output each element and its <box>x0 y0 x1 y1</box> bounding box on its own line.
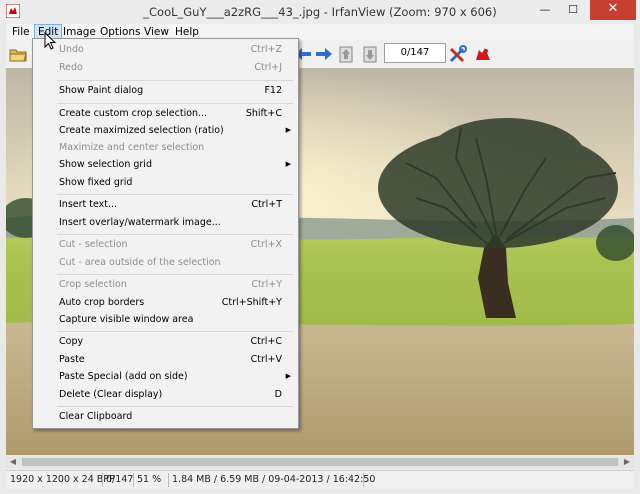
mouse-pointer-icon <box>44 32 57 50</box>
status-index: 0/147 <box>106 474 134 485</box>
maximize-icon: ☐ <box>568 3 578 16</box>
menu-create-custom-crop[interactable]: Create custom crop selection... Shift+C <box>33 105 298 122</box>
edit-menu-dropdown: Undo Ctrl+Z Redo Ctrl+J Show Paint dialo… <box>32 38 299 429</box>
menu-capture-visible-window[interactable]: Capture visible window area <box>33 311 298 328</box>
menu-copy-label: Copy <box>59 336 84 347</box>
open-folder-icon[interactable] <box>8 44 28 64</box>
page-up-icon[interactable] <box>337 44 357 64</box>
menu-cut-selection-shortcut: Ctrl+X <box>250 239 282 250</box>
menu-undo[interactable]: Undo Ctrl+Z <box>33 41 298 58</box>
menu-capture-visible-window-label: Capture visible window area <box>59 314 194 325</box>
menu-show-paint-dialog[interactable]: Show Paint dialog F12 <box>33 82 298 99</box>
minimize-icon: — <box>539 3 551 16</box>
menu-delete-clear-display-shortcut: D <box>274 389 282 400</box>
menu-cut-outside-selection-label: Cut - area outside of the selection <box>59 257 221 268</box>
tools-icon[interactable] <box>448 44 468 64</box>
menu-auto-crop-borders-label: Auto crop borders <box>59 297 145 308</box>
page-down-icon[interactable] <box>361 44 381 64</box>
menu-crop-selection-shortcut: Ctrl+Y <box>251 279 282 290</box>
menu-insert-text-shortcut: Ctrl+T <box>251 199 282 210</box>
menu-delete-clear-display-label: Delete (Clear display) <box>59 389 163 400</box>
menu-paste-special-label: Paste Special (add on side) <box>59 371 188 382</box>
submenu-arrow-icon: ▶ <box>285 372 291 380</box>
horizontal-scrollbar[interactable]: ◀ ▶ <box>6 455 634 469</box>
menu-redo-label: Redo <box>59 62 83 73</box>
menu-cut-selection-label: Cut - selection <box>59 239 128 250</box>
menu-maximize-center-selection-label: Maximize and center selection <box>59 142 205 153</box>
menu-undo-label: Undo <box>59 44 84 55</box>
menu-auto-crop-borders[interactable]: Auto crop borders Ctrl+Shift+Y <box>33 294 298 311</box>
menu-create-maximized-selection[interactable]: Create maximized selection (ratio) ▶ <box>33 122 298 139</box>
minimize-button[interactable]: — <box>531 0 559 20</box>
scroll-left-icon[interactable]: ◀ <box>6 456 20 468</box>
menu-cut-outside-selection[interactable]: Cut - area outside of the selection <box>33 254 298 271</box>
close-icon: ✕ <box>607 1 619 16</box>
menu-copy-shortcut: Ctrl+C <box>250 336 283 347</box>
menu-insert-text-label: Insert text... <box>59 199 118 210</box>
status-dimensions: 1920 x 1200 x 24 BPP <box>10 474 115 485</box>
menu-insert-overlay-label: Insert overlay/watermark image... <box>59 217 221 228</box>
submenu-arrow-icon: ▶ <box>285 126 291 134</box>
menu-paste[interactable]: Paste Ctrl+V <box>33 351 298 368</box>
menu-paste-label: Paste <box>59 354 85 365</box>
menu-crop-selection[interactable]: Crop selection Ctrl+Y <box>33 276 298 293</box>
menu-undo-shortcut: Ctrl+Z <box>250 44 282 55</box>
irfanview-window: _CooL_GuY___a2zRG___43_.jpg - IrfanView … <box>0 0 640 494</box>
menu-show-paint-dialog-shortcut: F12 <box>264 85 282 96</box>
scrollbar-thumb[interactable] <box>22 458 618 466</box>
close-button[interactable]: ✕ <box>590 0 636 20</box>
menu-clear-clipboard-label: Clear Clipboard <box>59 411 133 422</box>
menu-auto-crop-borders-shortcut: Ctrl+Shift+Y <box>221 297 282 308</box>
menu-crop-selection-label: Crop selection <box>59 279 127 290</box>
menu-redo[interactable]: Redo Ctrl+J <box>33 59 298 76</box>
irfanview-logo-icon[interactable] <box>473 44 493 64</box>
menu-paste-shortcut: Ctrl+V <box>250 354 282 365</box>
menu-file[interactable]: File <box>12 26 30 40</box>
menu-show-fixed-grid[interactable]: Show fixed grid <box>33 174 298 191</box>
menu-show-fixed-grid-label: Show fixed grid <box>59 177 133 188</box>
menu-create-custom-crop-label: Create custom crop selection... <box>59 108 208 119</box>
menu-create-custom-crop-shortcut: Shift+C <box>245 108 282 119</box>
menu-clear-clipboard[interactable]: Clear Clipboard <box>33 408 298 425</box>
menu-redo-shortcut: Ctrl+J <box>254 62 282 73</box>
menu-copy[interactable]: Copy Ctrl+C <box>33 333 298 350</box>
menu-show-selection-grid[interactable]: Show selection grid ▶ <box>33 156 298 173</box>
arrow-right-icon[interactable] <box>314 44 334 64</box>
submenu-arrow-icon: ▶ <box>285 160 291 168</box>
menu-show-paint-dialog-label: Show Paint dialog <box>59 85 144 96</box>
menu-show-selection-grid-label: Show selection grid <box>59 159 152 170</box>
page-counter-field[interactable]: 0/147 <box>384 43 446 63</box>
status-bar: 1920 x 1200 x 24 BPP 0/147 51 % 1.84 MB … <box>6 470 634 489</box>
title-bar[interactable]: _CooL_GuY___a2zRG___43_.jpg - IrfanView … <box>0 0 640 24</box>
menu-paste-special[interactable]: Paste Special (add on side) ▶ <box>33 368 298 385</box>
status-size-date: 1.84 MB / 6.59 MB / 09-04-2013 / 16:42:5… <box>172 474 376 485</box>
menu-delete-clear-display[interactable]: Delete (Clear display) D <box>33 386 298 403</box>
menu-insert-text[interactable]: Insert text... Ctrl+T <box>33 196 298 213</box>
status-zoom: 51 % <box>137 474 162 485</box>
menu-create-maximized-selection-label: Create maximized selection (ratio) <box>59 125 224 136</box>
maximize-button[interactable]: ☐ <box>559 0 587 20</box>
menu-cut-selection[interactable]: Cut - selection Ctrl+X <box>33 236 298 253</box>
scroll-right-icon[interactable]: ▶ <box>620 456 634 468</box>
menu-insert-overlay[interactable]: Insert overlay/watermark image... <box>33 214 298 231</box>
menu-maximize-center-selection[interactable]: Maximize and center selection <box>33 139 298 156</box>
